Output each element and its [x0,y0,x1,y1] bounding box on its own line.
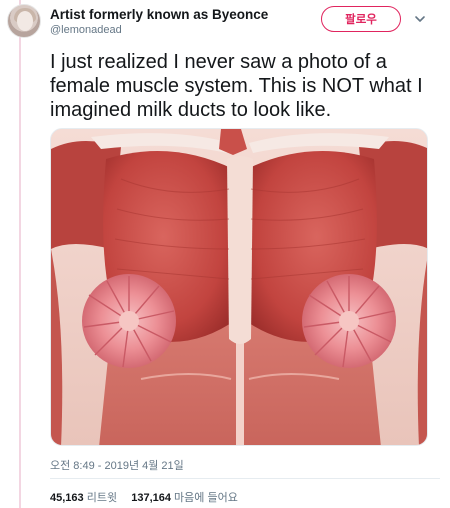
display-name[interactable]: Artist formerly known as Byeonce [50,7,268,22]
thread-line [19,0,21,508]
like-stat[interactable]: 137,164 마음에 들어요 [131,492,238,504]
user-handle[interactable]: @lemonadead [50,24,122,36]
tweet-image[interactable] [50,128,428,446]
muscle-illustration [51,129,427,445]
retweet-label: 리트윗 [86,492,118,504]
avatar-face [17,11,33,31]
left-gland [82,274,176,368]
retweet-count: 45,163 [50,492,84,504]
tweet-timestamp[interactable]: 오전 8:49 - 2019년 4월 21일 [50,457,184,473]
tweet-header: Artist formerly known as Byeonce @lemona… [0,0,450,46]
avatar[interactable] [7,4,41,38]
divider [50,478,440,479]
like-count: 137,164 [131,492,171,504]
chevron-down-icon[interactable] [413,12,427,26]
follow-button[interactable]: 팔로우 [321,6,401,32]
retweet-stat[interactable]: 45,163 리트윗 [50,492,120,504]
like-label: 마음에 들어요 [174,492,238,504]
right-gland [302,274,396,368]
tweet-stats: 45,163 리트윗 137,164 마음에 들어요 [50,489,238,505]
tweet-text: I just realized I never saw a photo of a… [50,51,423,121]
